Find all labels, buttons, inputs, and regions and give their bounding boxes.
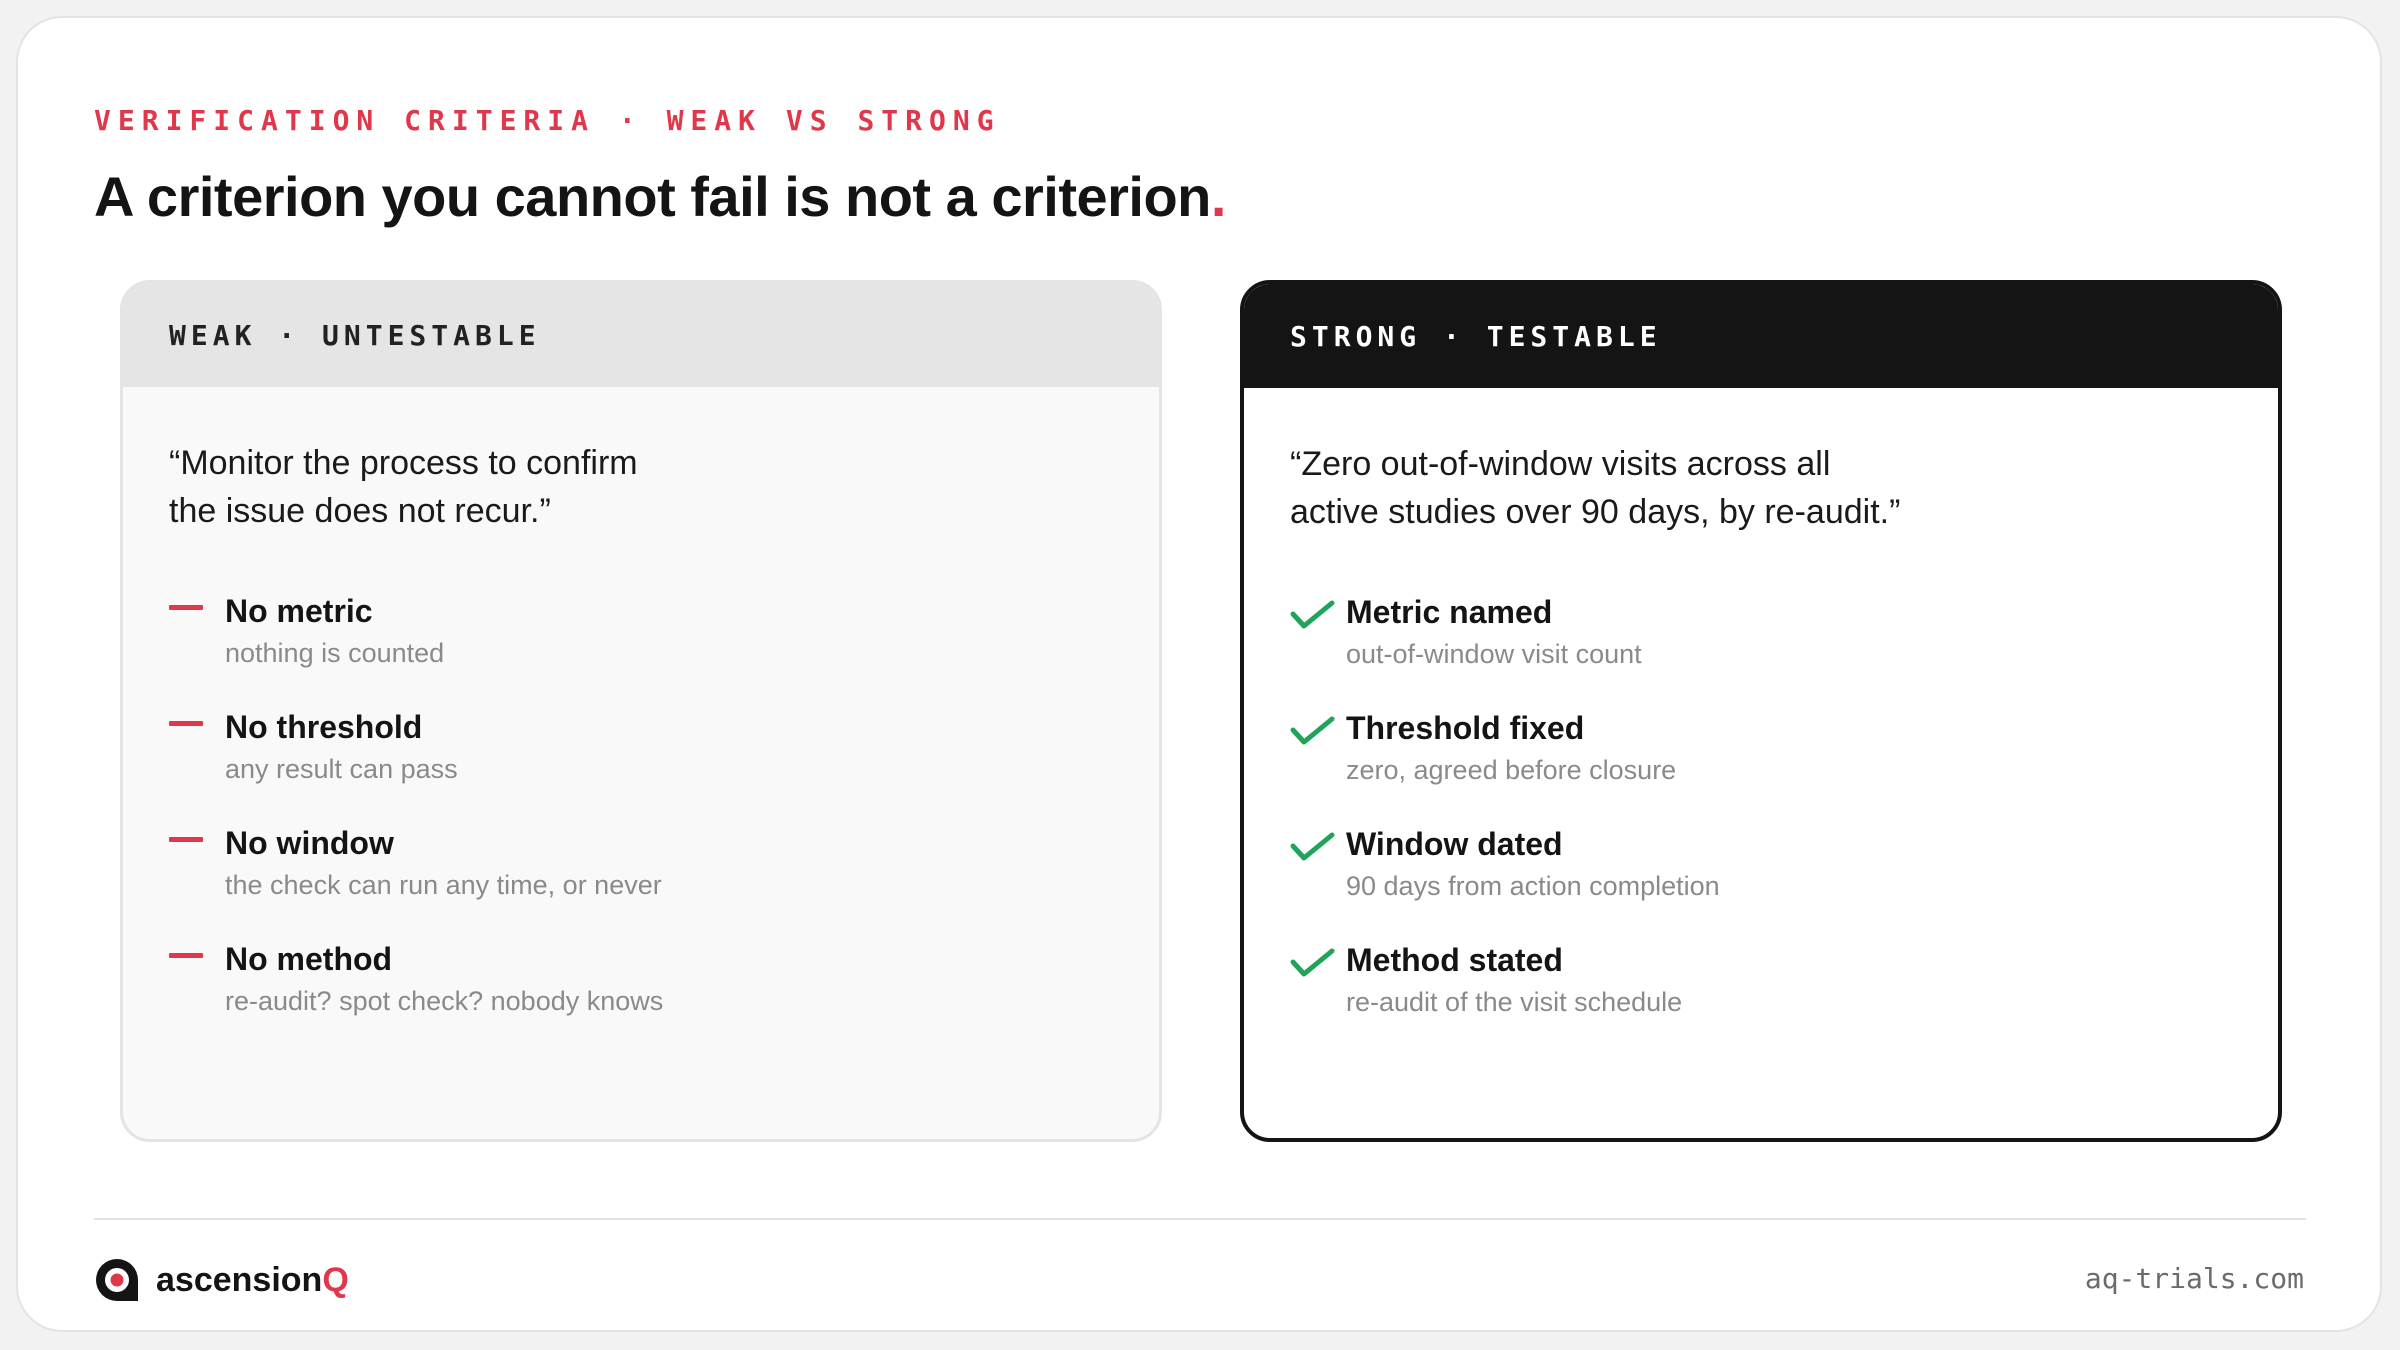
weak-quote-line-1: “Monitor the process to confirm	[169, 444, 638, 482]
list-item: Threshold fixed zero, agreed before clos…	[1290, 708, 2230, 824]
slide: VERIFICATION CRITERIA · WEAK VS STRONG A…	[16, 16, 2382, 1332]
weak-criterion-quote: “Monitor the process to confirm the issu…	[169, 439, 1069, 535]
footer-divider	[94, 1218, 2306, 1220]
strong-items-list: Metric named out-of-window visit count T…	[1290, 592, 2230, 1056]
page-title-text: A criterion you cannot fail is not a cri…	[94, 165, 1211, 228]
page-title: A criterion you cannot fail is not a cri…	[94, 164, 1226, 229]
strong-card-header: STRONG · TESTABLE	[1244, 284, 2278, 388]
list-item: No method re-audit? spot check? nobody k…	[169, 939, 1109, 1055]
item-title: No method	[225, 941, 393, 977]
ascensionq-logo-icon	[96, 1259, 138, 1301]
weak-card-header: WEAK · UNTESTABLE	[123, 283, 1159, 387]
list-item: Metric named out-of-window visit count	[1290, 592, 2230, 708]
item-subtitle: nothing is counted	[225, 638, 445, 668]
dash-icon	[169, 721, 203, 726]
strong-criterion-card: STRONG · TESTABLE “Zero out-of-window vi…	[1240, 280, 2282, 1142]
check-icon	[1290, 948, 1335, 977]
item-title: No window	[225, 825, 394, 861]
item-subtitle: zero, agreed before closure	[1346, 755, 1677, 785]
item-subtitle: 90 days from action completion	[1346, 871, 1720, 901]
weak-card-label: WEAK · UNTESTABLE	[169, 318, 541, 352]
check-icon	[1290, 716, 1335, 745]
weak-criterion-card: WEAK · UNTESTABLE “Monitor the process t…	[120, 280, 1162, 1142]
list-item: No window the check can run any time, or…	[169, 823, 1109, 939]
item-subtitle: re-audit of the visit schedule	[1346, 987, 1683, 1017]
item-title: Method stated	[1346, 942, 1563, 978]
brand: ascensionQ	[94, 1252, 349, 1308]
item-subtitle: re-audit? spot check? nobody knows	[225, 986, 664, 1016]
item-title: No metric	[225, 593, 373, 629]
item-subtitle: any result can pass	[225, 754, 458, 784]
item-subtitle: the check can run any time, or never	[225, 870, 662, 900]
weak-items-list: No metric nothing is counted No threshol…	[169, 591, 1109, 1055]
list-item: No threshold any result can pass	[169, 707, 1109, 823]
brand-name: ascensionQ	[156, 1261, 349, 1300]
strong-card-label: STRONG · TESTABLE	[1290, 319, 1662, 353]
item-title: Window dated	[1346, 826, 1563, 862]
dash-icon	[169, 605, 203, 610]
dash-icon	[169, 953, 203, 958]
brand-name-text: ascension	[156, 1260, 323, 1299]
check-icon	[1290, 600, 1335, 629]
page-title-punct: .	[1210, 165, 1227, 228]
eyebrow-label: VERIFICATION CRITERIA · WEAK VS STRONG	[94, 104, 1001, 137]
item-title: Metric named	[1346, 594, 1553, 630]
dash-icon	[169, 837, 203, 842]
item-title: No threshold	[225, 709, 423, 745]
strong-quote-line-1: “Zero out-of-window visits across all	[1290, 445, 1831, 483]
strong-criterion-quote: “Zero out-of-window visits across all ac…	[1290, 440, 2190, 536]
strong-quote-line-2: active studies over 90 days, by re-audit…	[1290, 493, 1901, 531]
brand-name-accent: Q	[322, 1260, 349, 1299]
list-item: Method stated re-audit of the visit sche…	[1290, 940, 2230, 1056]
site-url[interactable]: aq-trials.com	[2085, 1262, 2304, 1295]
check-icon	[1290, 832, 1335, 861]
item-title: Threshold fixed	[1346, 710, 1585, 746]
list-item: No metric nothing is counted	[169, 591, 1109, 707]
weak-quote-line-2: the issue does not recur.”	[169, 492, 551, 530]
item-subtitle: out-of-window visit count	[1346, 639, 1642, 669]
list-item: Window dated 90 days from action complet…	[1290, 824, 2230, 940]
